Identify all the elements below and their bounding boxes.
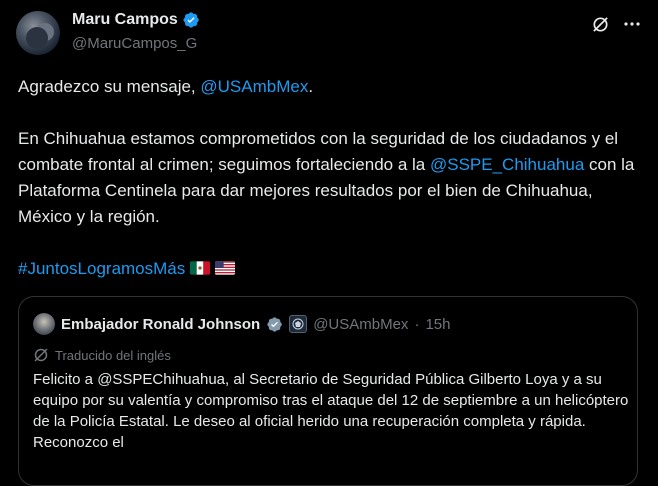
translated-label: Traducido del inglés bbox=[55, 347, 171, 363]
top-actions bbox=[590, 14, 642, 34]
verified-badge-icon bbox=[267, 316, 282, 332]
tweet-paragraph-2: En Chihuahua estamos comprometidos con l… bbox=[18, 126, 638, 230]
mention-link[interactable]: @USAmbMex bbox=[200, 77, 308, 96]
quoted-author-name[interactable]: Embajador Ronald Johnson bbox=[61, 316, 260, 333]
meta-separator: · bbox=[414, 315, 420, 333]
tweet-paragraph-3: #JuntosLogramosMás bbox=[18, 256, 638, 282]
author-avatar[interactable] bbox=[16, 11, 60, 55]
quoted-tweet-text: Felicito a @SSPEChihuahua, al Secretario… bbox=[33, 371, 629, 451]
more-icon[interactable] bbox=[622, 14, 642, 34]
hashtag-link[interactable]: #JuntosLogramosMás bbox=[18, 259, 185, 278]
quoted-tweet-header: Embajador Ronald Johnson @USAmbMex · 15h bbox=[33, 313, 450, 335]
mention-link[interactable]: @SSPE_Chihuahua bbox=[430, 155, 584, 174]
translate-icon bbox=[34, 348, 48, 362]
us-flag-icon bbox=[215, 261, 236, 275]
author-name[interactable]: Maru Campos bbox=[72, 11, 178, 29]
mexico-flag-icon bbox=[190, 261, 211, 275]
quoted-author-avatar[interactable] bbox=[33, 313, 55, 335]
author-handle[interactable]: @MaruCampos_G bbox=[72, 35, 197, 52]
grok-icon[interactable] bbox=[590, 14, 610, 34]
verified-badge-icon bbox=[183, 12, 199, 28]
tweet-body: Agradezco su mensaje, @USAmbMex. En Chih… bbox=[18, 74, 638, 282]
translation-notice: Traducido del inglés bbox=[33, 347, 171, 363]
embassy-seal-icon bbox=[289, 315, 308, 333]
tweet-text: Agradezco su mensaje, bbox=[18, 77, 201, 96]
author-name-row: Maru Campos bbox=[72, 11, 200, 29]
quoted-timestamp[interactable]: 15h bbox=[425, 316, 450, 333]
tweet-text: . bbox=[308, 77, 314, 96]
quoted-author-handle[interactable]: @USAmbMex bbox=[313, 316, 408, 333]
quoted-tweet[interactable]: Embajador Ronald Johnson @USAmbMex · 15h… bbox=[18, 296, 638, 486]
tweet-paragraph-1: Agradezco su mensaje, @USAmbMex. bbox=[18, 74, 638, 100]
